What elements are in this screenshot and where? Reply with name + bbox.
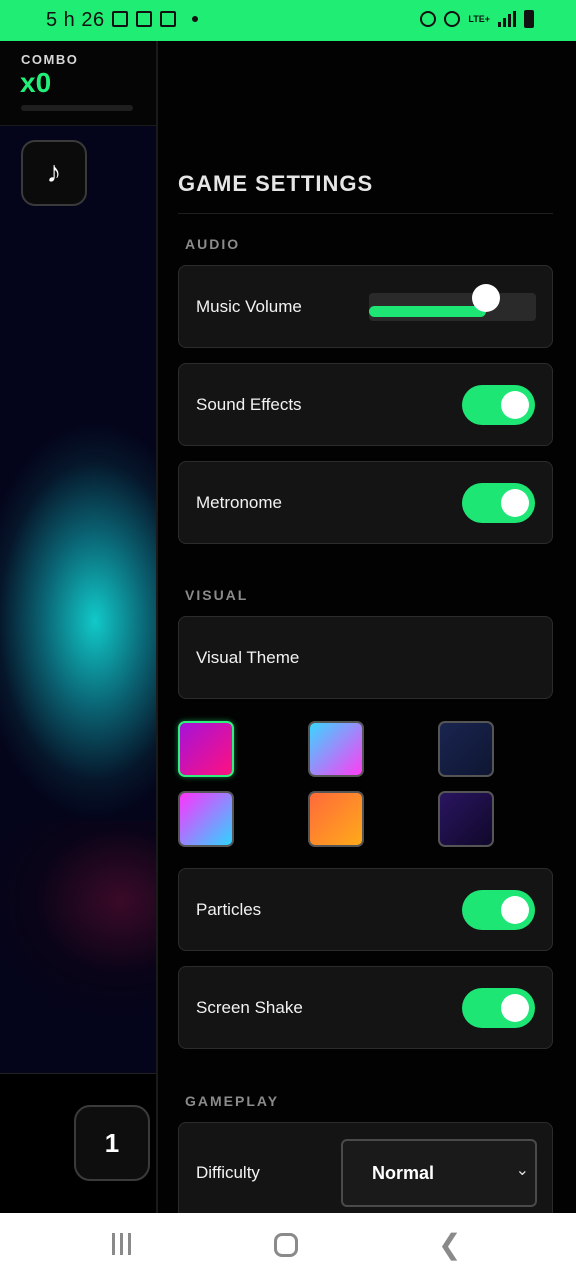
sound-effects-toggle[interactable] [462, 385, 535, 425]
home-icon[interactable] [274, 1233, 298, 1257]
game-background [0, 41, 156, 1213]
section-visual: VISUAL [185, 587, 249, 603]
back-icon[interactable]: ❮ [438, 1231, 461, 1259]
metronome-toggle[interactable] [462, 483, 535, 523]
recents-icon[interactable] [112, 1233, 131, 1255]
combo-progress-bar [21, 105, 133, 111]
theme-swatch-magenta[interactable] [178, 721, 234, 777]
metronome-row: Metronome [178, 461, 553, 544]
theme-swatch-navy[interactable] [438, 721, 494, 777]
volume-handle[interactable] [472, 284, 500, 312]
theme-swatch-pastel-cyan[interactable] [308, 721, 364, 777]
screen-shake-row: Screen Shake [178, 966, 553, 1049]
settings-title: GAME SETTINGS [178, 171, 374, 196]
battery-icon [524, 10, 534, 28]
alarm-icon [420, 11, 437, 27]
metronome-label: Metronome [196, 493, 282, 512]
title-divider [178, 213, 553, 214]
clock: 5 h 26 [46, 9, 105, 31]
toggle-knob [501, 489, 529, 517]
difficulty-select[interactable]: Normal ⌄ [341, 1139, 537, 1207]
visual-theme-label: Visual Theme [196, 648, 300, 667]
screen-shake-label: Screen Shake [196, 998, 303, 1017]
music-volume-slider[interactable] [369, 284, 536, 321]
dot-icon [192, 16, 198, 22]
particles-toggle[interactable] [462, 890, 535, 930]
signal-icon [498, 11, 516, 27]
chevron-down-icon: ⌄ [515, 1162, 529, 1179]
toggle-knob [501, 994, 529, 1022]
music-toggle-button[interactable]: ♪ [21, 140, 87, 206]
image-icon [136, 11, 152, 27]
music-volume-row: Music Volume [178, 265, 553, 348]
music-note-icon: ♪ [46, 156, 62, 189]
difficulty-value: Normal [372, 1163, 435, 1183]
level-button[interactable]: 1 [74, 1105, 150, 1181]
toggle-knob [501, 391, 529, 419]
difficulty-row: Difficulty Normal ⌄ [178, 1122, 553, 1213]
sd-card-icon [112, 11, 128, 27]
section-audio: AUDIO [185, 236, 241, 252]
section-gameplay: GAMEPLAY [185, 1093, 280, 1109]
screenshot-icon [160, 11, 176, 27]
lte-icon: LTE+ [468, 13, 490, 24]
background-glow [0, 821, 156, 1071]
particles-row: Particles [178, 868, 553, 951]
screen-shake-toggle[interactable] [462, 988, 535, 1028]
hotspot-icon [444, 11, 461, 27]
music-volume-label: Music Volume [196, 297, 302, 316]
sound-effects-row: Sound Effects [178, 363, 553, 446]
theme-swatch-orange[interactable] [308, 791, 364, 847]
visual-theme-row: Visual Theme [178, 616, 553, 699]
particles-label: Particles [196, 900, 262, 919]
volume-fill [369, 306, 486, 317]
theme-swatch-violet-cyan[interactable] [178, 791, 234, 847]
combo-value: x0 [20, 67, 52, 98]
combo-display: COMBO x0 [0, 41, 156, 126]
navigation-bar: ❮ [0, 1213, 576, 1280]
status-bar: 5 h 26 LTE+ [0, 0, 576, 41]
difficulty-label: Difficulty [196, 1163, 260, 1182]
sound-effects-label: Sound Effects [196, 395, 302, 414]
toggle-knob [501, 896, 529, 924]
settings-panel: GAME SETTINGS AUDIO Music Volume Sound E… [158, 41, 576, 1213]
combo-label: COMBO [21, 52, 79, 67]
theme-swatch-deep-purple[interactable] [438, 791, 494, 847]
